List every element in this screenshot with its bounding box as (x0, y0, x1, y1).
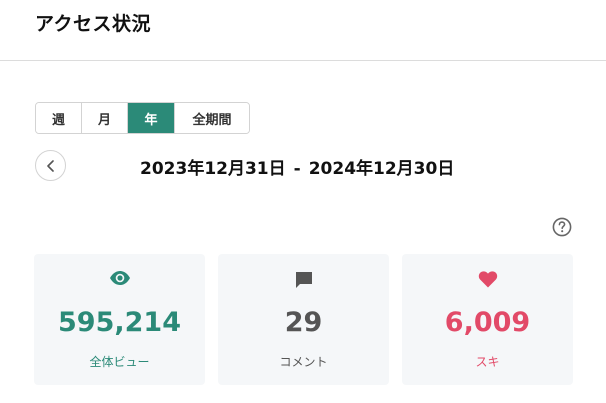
tab-month[interactable]: 月 (82, 103, 128, 133)
views-label: 全体ビュー (89, 355, 150, 369)
eye-icon (109, 271, 130, 285)
comments-label: コメント (279, 355, 328, 369)
tab-year[interactable]: 年 (128, 103, 175, 133)
tab-all-time[interactable]: 全期間 (175, 103, 249, 133)
tab-week[interactable]: 週 (36, 103, 82, 133)
views-count: 595,214 (58, 307, 181, 338)
date-range-separator: - (293, 159, 301, 179)
views-card: 595,214 全体ビュー (34, 254, 205, 385)
date-range-start: 2023年12月31日 (140, 159, 286, 179)
question-circle-icon (552, 217, 572, 237)
date-range-end: 2024年12月30日 (308, 159, 455, 179)
likes-label: スキ (475, 355, 500, 369)
chevron-left-icon (46, 159, 54, 172)
comments-count: 29 (284, 307, 323, 338)
period-tabs: 週 月 年 全期間 (35, 102, 250, 134)
help-button[interactable] (552, 217, 572, 237)
comment-icon (295, 272, 312, 288)
date-range: 2023年12月31日 -2024年12月30日 (140, 154, 454, 179)
previous-period-button[interactable] (35, 150, 66, 181)
likes-card: 6,009 スキ (402, 254, 573, 385)
page-title: アクセス状況 (35, 13, 152, 35)
page-header: アクセス状況 (0, 0, 606, 61)
likes-count: 6,009 (444, 307, 531, 338)
comments-card: 29 コメント (218, 254, 389, 385)
heart-icon (478, 271, 497, 288)
